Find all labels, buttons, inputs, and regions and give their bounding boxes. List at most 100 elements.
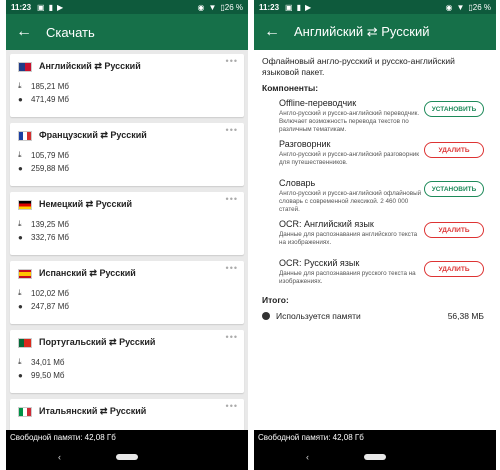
language-pack-card[interactable]: ••• Испанский ⇄ Русский ⤓ 102,02 Мб ● 247,87 …: [10, 261, 244, 324]
memory-usage-value: 56,38 МБ: [447, 311, 484, 321]
free-memory-text: Свободной памяти: 42,08 Гб: [10, 433, 116, 442]
download-size: 139,25 Мб: [31, 219, 69, 229]
download-size: 185,21 Мб: [31, 81, 69, 91]
card-header: Итальянский ⇄ Русский: [18, 406, 236, 417]
notification-icons: ▣ ▮ ▶: [285, 3, 311, 12]
components-list: Offline-переводчик Англо-русский и русско…: [262, 98, 488, 292]
disk-icon: [262, 312, 270, 320]
component-item: Разговорник Англо-русский и русско-англий…: [262, 139, 488, 173]
play-icon: ▶: [57, 2, 64, 12]
card-header: Английский ⇄ Русский: [18, 61, 236, 72]
system-icons: ◉ ▼ ▯: [197, 3, 224, 12]
card-header: Немецкий ⇄ Русский: [18, 199, 236, 210]
language-pack-card[interactable]: ••• Итальянский ⇄ Русский: [10, 399, 244, 430]
bottom-bar: Свободной памяти: 42,08 Гб ‹: [254, 430, 496, 470]
flag-de-icon: [18, 199, 32, 210]
delete-button[interactable]: УДАЛИТЬ: [424, 142, 484, 158]
battery-level: 26 %: [472, 2, 491, 12]
wifi-icon: ▼: [456, 2, 465, 12]
language-pair: Итальянский ⇄ Русский: [39, 406, 147, 416]
status-time: 11:23: [11, 2, 32, 12]
notification-icons: ▣ ▮ ▶: [37, 3, 63, 12]
system-nav-bar: ‹: [6, 450, 248, 464]
download-size: 102,02 Мб: [31, 288, 69, 298]
language-pack-card[interactable]: ••• Португальский ⇄ Русский ⤓ 34,01 Мб ● 99,5…: [10, 330, 244, 393]
installed-size: 332,76 Мб: [31, 233, 69, 242]
language-pack-detail-screen: 11:23 ▣ ▮ ▶ ◉ ▼ ▯ 26 % ← Английский ⇄ Ру…: [254, 0, 496, 470]
flag-en-icon: [18, 61, 32, 72]
installed-size: 99,50 Мб: [31, 371, 65, 380]
download-icon: ⤓: [18, 150, 22, 159]
image-notification-icon: ▣: [37, 2, 45, 12]
language-pack-card[interactable]: ••• Немецкий ⇄ Русский ⤓ 139,25 Мб ● 332,76 М…: [10, 192, 244, 255]
language-pack-card[interactable]: ••• Французский ⇄ Русский ⤓ 105,79 Мб ● 259,8…: [10, 123, 244, 186]
component-item: OCR: Русский язык Данные для распознавани…: [262, 258, 488, 292]
arrow-left-icon[interactable]: ←: [264, 14, 288, 50]
download-icon: ⤓: [18, 288, 22, 297]
eye-icon: ◉: [197, 2, 205, 12]
card-header: Португальский ⇄ Русский: [18, 337, 236, 348]
wifi-icon: ▼: [208, 2, 217, 12]
pin-icon: ▮: [48, 2, 53, 12]
component-description: Англо-русский и русско-английский перево…: [279, 110, 420, 133]
download-size-row: ⤓ 185,21 Мб: [18, 81, 236, 91]
components-title: Компоненты:: [262, 83, 319, 93]
download-icon: ⤓: [18, 219, 22, 228]
memory-usage-label: Используется памяти: [276, 311, 361, 321]
language-pair: Немецкий ⇄ Русский: [39, 199, 133, 209]
play-icon: ▶: [305, 2, 312, 12]
card-header: Французский ⇄ Русский: [18, 130, 236, 141]
delete-button[interactable]: УДАЛИТЬ: [424, 261, 484, 277]
installed-size: 471,49 Мб: [31, 95, 69, 104]
install-button[interactable]: УСТАНОВИТЬ: [424, 181, 484, 197]
system-icons: ◉ ▼ ▯: [445, 3, 472, 12]
nav-home-pill[interactable]: [116, 454, 138, 460]
language-pair: Английский ⇄ Русский: [39, 61, 141, 71]
free-memory-text: Свободной памяти: 42,08 Гб: [258, 433, 364, 442]
system-nav-bar: ‹: [254, 450, 496, 464]
more-dots-icon[interactable]: •••: [226, 194, 238, 204]
language-pack-card[interactable]: ••• Английский ⇄ Русский ⤓ 185,21 Мб ● 471,49…: [10, 54, 244, 117]
more-dots-icon[interactable]: •••: [226, 263, 238, 273]
download-icon: ⤓: [18, 357, 22, 366]
memory-usage-row: Используется памяти 56,38 МБ: [262, 311, 488, 321]
delete-button[interactable]: УДАЛИТЬ: [424, 222, 484, 238]
installed-size-row: ● 259,88 Мб: [18, 164, 236, 173]
more-dots-icon[interactable]: •••: [226, 332, 238, 342]
status-bar: 11:23 ▣ ▮ ▶ ◉ ▼ ▯ 26 %: [6, 0, 248, 14]
nav-back-icon[interactable]: ‹: [58, 452, 61, 462]
nav-back-icon[interactable]: ‹: [306, 452, 309, 462]
installed-size-row: ● 99,50 Мб: [18, 371, 236, 380]
installed-size-row: ● 471,49 Мб: [18, 95, 236, 104]
page-title: Скачать: [46, 24, 95, 40]
download-size-row: ⤓ 139,25 Мб: [18, 219, 236, 229]
page-title: Английский ⇄ Русский: [294, 24, 430, 39]
pack-description: Офлайновый англо-русский и русско-англий…: [262, 56, 455, 77]
download-size-row: ⤓ 34,01 Мб: [18, 357, 236, 367]
language-pair: Португальский ⇄ Русский: [39, 337, 156, 347]
card-header: Испанский ⇄ Русский: [18, 268, 236, 279]
app-bar: ← Английский ⇄ Русский: [254, 14, 496, 50]
download-icon: ⤓: [18, 81, 22, 90]
language-pair: Испанский ⇄ Русский: [39, 268, 136, 278]
image-notification-icon: ▣: [285, 2, 293, 12]
component-description: Данные для распознавания русского текста…: [279, 270, 416, 285]
more-dots-icon[interactable]: •••: [226, 56, 238, 66]
download-size-row: ⤓ 102,02 Мб: [18, 288, 236, 298]
more-dots-icon[interactable]: •••: [226, 125, 238, 135]
pack-details: Офлайновый англо-русский и русско-англий…: [254, 50, 496, 430]
component-description: Англо-русский и русско-английский разгов…: [279, 151, 420, 166]
pin-icon: ▮: [296, 2, 301, 12]
disk-icon: ●: [18, 164, 23, 173]
arrow-left-icon[interactable]: ←: [16, 14, 40, 50]
download-size: 105,79 Мб: [31, 150, 69, 160]
nav-home-pill[interactable]: [364, 454, 386, 460]
language-pair: Французский ⇄ Русский: [39, 130, 147, 140]
total-title: Итого:: [262, 295, 289, 305]
component-item: Offline-переводчик Англо-русский и русско…: [262, 98, 488, 134]
component-item: OCR: Английский язык Данные для распознав…: [262, 219, 488, 253]
download-size-row: ⤓ 105,79 Мб: [18, 150, 236, 160]
flag-es-icon: [18, 268, 32, 279]
install-button[interactable]: УСТАНОВИТЬ: [424, 101, 484, 117]
more-dots-icon[interactable]: •••: [226, 401, 238, 411]
